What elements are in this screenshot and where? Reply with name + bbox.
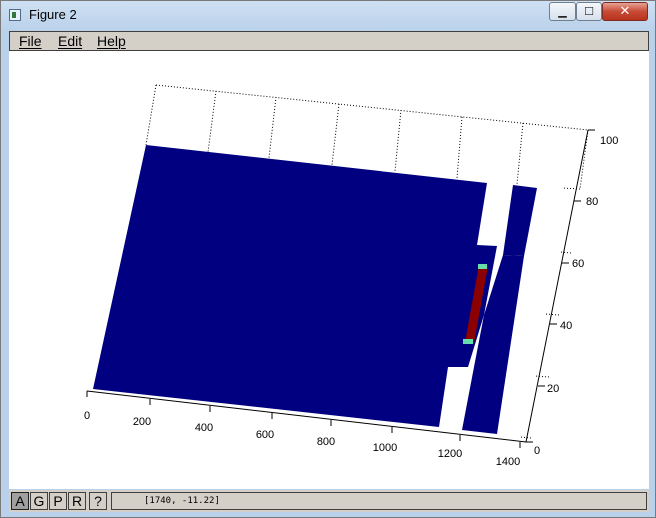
x-tick-labels: 0 200 400 600 800 1000 1200 1400 [84, 410, 520, 468]
figure-app-icon [9, 9, 21, 21]
x-tick-label: 1000 [373, 442, 397, 454]
y-tick-label: 100 [600, 135, 618, 147]
surface-strip-upper [503, 185, 537, 256]
x-tick-label: 0 [84, 410, 90, 422]
x-tick-label: 1400 [496, 456, 520, 468]
title-bar[interactable]: Figure 2 ▁ ☐ ✕ [1, 1, 655, 29]
help-button[interactable]: ? [89, 492, 107, 510]
heat-bar-top-cap [478, 264, 487, 269]
menu-help[interactable]: Help [97, 33, 126, 49]
plot-canvas[interactable]: 0 200 400 600 800 1000 1200 1400 0 20 40… [9, 51, 649, 489]
window-title: Figure 2 [29, 7, 77, 22]
minimize-button[interactable]: ▁ [549, 2, 576, 21]
y-tick-label: 80 [586, 196, 598, 208]
maximize-button[interactable]: ☐ [576, 2, 602, 21]
menu-file[interactable]: File [19, 33, 42, 49]
x-tick-label: 400 [195, 422, 213, 434]
x-tick-label: 200 [133, 416, 151, 428]
tool-button-p[interactable]: P [49, 492, 67, 510]
coordinate-readout: [1740, -11.22] [111, 492, 647, 510]
status-bar: A G P R ? [1740, -11.22] [9, 490, 649, 512]
heat-bar-bottom-cap [463, 339, 473, 344]
close-icon: ✕ [619, 4, 631, 19]
maximize-icon: ☐ [584, 5, 594, 18]
x-tick-label: 1200 [438, 448, 462, 460]
y-tick-label: 20 [547, 383, 559, 395]
close-button[interactable]: ✕ [602, 2, 648, 21]
y-tick-label: 40 [560, 320, 572, 332]
menu-edit[interactable]: Edit [58, 33, 82, 49]
x-tick-label: 800 [317, 436, 335, 448]
menu-bar: File Edit Help [9, 31, 649, 51]
figure-window: Figure 2 ▁ ☐ ✕ File Edit Help 0 200 400 … [0, 0, 656, 518]
y-tick-labels: 0 20 40 60 80 100 [534, 135, 618, 457]
y-tick-label: 0 [534, 445, 540, 457]
tool-button-a[interactable]: A [11, 492, 29, 510]
surface-main [93, 145, 497, 427]
minimize-icon: ▁ [558, 5, 567, 18]
y-tick-label: 60 [572, 258, 584, 270]
tool-button-g[interactable]: G [30, 492, 48, 510]
tool-button-r[interactable]: R [68, 492, 86, 510]
x-tick-label: 600 [256, 429, 274, 441]
surface-plot [93, 145, 537, 434]
plot-3d: 0 200 400 600 800 1000 1200 1400 0 20 40… [84, 84, 618, 468]
